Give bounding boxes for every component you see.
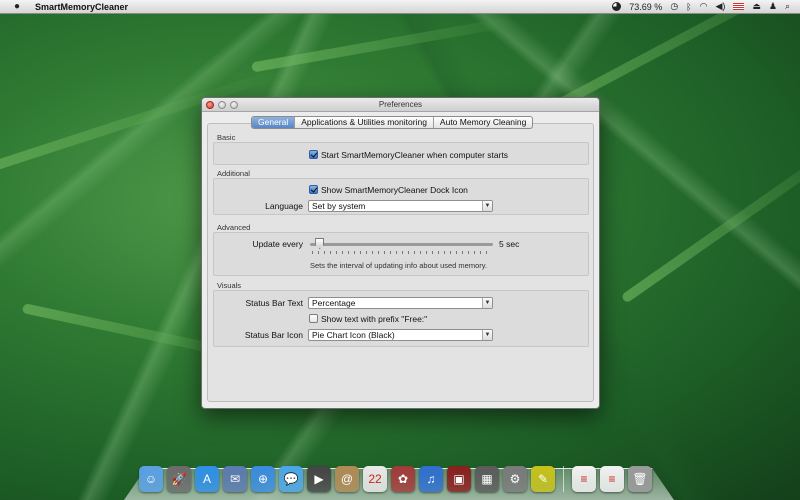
dock-icon-checkbox[interactable] (309, 185, 318, 194)
window-title: Preferences (378, 100, 423, 109)
title-bar[interactable]: Preferences (202, 98, 599, 112)
chevron-down-icon: ▼ (482, 330, 492, 340)
chevron-down-icon: ▼ (482, 201, 492, 211)
prefix-label: Show text with prefix "Free:" (321, 313, 428, 324)
language-label: Language (265, 201, 303, 211)
prefix-checkbox[interactable] (309, 314, 318, 323)
dock-icon-row[interactable]: Show SmartMemoryCleaner Dock Icon (309, 183, 468, 196)
update-slider-knob[interactable] (315, 238, 325, 249)
group-advanced: Update every 5 sec Sets the interval of … (213, 232, 589, 276)
mail-stamp-icon[interactable]: ✉ (223, 466, 247, 492)
minimize-button[interactable] (218, 100, 226, 109)
volume-icon[interactable]: ◀) (715, 1, 725, 13)
apple-icon[interactable]: ● (9, 1, 25, 12)
language-select[interactable]: Set by system ▼ (308, 200, 493, 212)
facetime-icon[interactable]: ▶ (307, 466, 331, 492)
group-basic: Start SmartMemoryCleaner when computer s… (213, 142, 589, 165)
document-icon[interactable]: ≡ (572, 466, 596, 492)
dock-icon-label: Show SmartMemoryCleaner Dock Icon (321, 184, 468, 195)
status-area: 73.69 % ◷ ᛒ ◠ ◀) ⏏ ♟ ⌕ (612, 1, 800, 13)
group-visuals: Status Bar Text Percentage ▼ Show text w… (213, 290, 589, 347)
launchpad-icon[interactable]: 🚀 (167, 466, 191, 492)
tab-general[interactable]: General (252, 117, 296, 128)
photo-icon[interactable]: ▣ (447, 466, 471, 492)
status-bar-text-select[interactable]: Percentage ▼ (308, 297, 493, 309)
chevron-down-icon: ▼ (482, 298, 492, 308)
eject-icon[interactable]: ⏏ (752, 1, 761, 13)
section-label-additional: Additional (217, 169, 250, 178)
app-store-icon[interactable]: A (195, 466, 219, 492)
section-label-visuals: Visuals (217, 281, 242, 290)
contacts-icon[interactable]: @ (335, 466, 359, 492)
spotlight-icon[interactable]: ⌕ (785, 1, 790, 13)
pie-chart-icon[interactable] (612, 1, 622, 13)
update-slider-track[interactable] (310, 243, 493, 246)
preferences-window: Preferences General Applications & Utili… (201, 97, 600, 409)
status-bar-text-label: Status Bar Text (245, 298, 303, 308)
status-bar-text-value: Percentage (312, 298, 356, 308)
system-preferences-icon[interactable]: ⚙ (503, 466, 527, 492)
close-button[interactable] (206, 100, 214, 109)
flag-icon[interactable] (733, 3, 745, 10)
bluetooth-icon[interactable]: ᛒ (686, 1, 691, 13)
user-icon[interactable]: ♟ (769, 1, 777, 13)
background-grass (620, 146, 800, 304)
group-additional: Show SmartMemoryCleaner Dock Icon Langua… (213, 178, 589, 215)
time-machine-icon[interactable]: ◷ (670, 1, 678, 13)
messages-icon[interactable]: 💬 (279, 466, 303, 492)
memory-percent[interactable]: 73.69 % (629, 1, 662, 13)
slider-ticks (312, 251, 492, 254)
zoom-button[interactable] (230, 100, 238, 109)
update-hint: Sets the interval of updating info about… (310, 261, 488, 270)
menu-bar: ● SmartMemoryCleaner 73.69 % ◷ ᛒ ◠ ◀) ⏏ … (0, 0, 800, 14)
status-bar-icon-select[interactable]: Pie Chart Icon (Black) ▼ (308, 329, 493, 341)
update-value: 5 sec (499, 239, 520, 249)
dock-separator (563, 466, 564, 492)
start-on-boot-row[interactable]: Start SmartMemoryCleaner when computer s… (309, 148, 508, 161)
tab-bar: General Applications & Utilities monitor… (251, 116, 534, 129)
photo-booth-icon[interactable]: ✿ (391, 466, 415, 492)
language-value: Set by system (312, 201, 366, 211)
safari-icon[interactable]: ⊕ (251, 466, 275, 492)
wifi-icon[interactable]: ◠ (700, 1, 708, 13)
update-every-label: Update every (252, 239, 303, 249)
status-bar-icon-value: Pie Chart Icon (Black) (312, 330, 395, 340)
calendar-icon[interactable]: 22 (363, 466, 387, 492)
memory-cleaner-icon[interactable]: ✎ (531, 466, 555, 492)
start-on-boot-checkbox[interactable] (309, 150, 318, 159)
document-icon-2[interactable]: ≡ (600, 466, 624, 492)
background-grass (251, 17, 509, 73)
trash-icon[interactable]: 🗑 (628, 466, 652, 492)
tab-auto-memory-cleaning[interactable]: Auto Memory Cleaning (434, 117, 532, 128)
section-label-advanced: Advanced (217, 223, 251, 232)
prefix-row[interactable]: Show text with prefix "Free:" (309, 312, 427, 325)
section-label-basic: Basic (217, 133, 236, 142)
start-on-boot-label: Start SmartMemoryCleaner when computer s… (321, 149, 509, 160)
tab-applications-monitoring[interactable]: Applications & Utilities monitoring (295, 117, 434, 128)
finder-icon[interactable]: ☺ (139, 466, 163, 492)
tab-content-panel: Basic Start SmartMemoryCleaner when comp… (207, 123, 594, 402)
mission-control-icon[interactable]: ▦ (475, 466, 499, 492)
status-bar-icon-label: Status Bar Icon (244, 330, 303, 340)
dock-icons: ☺ 🚀 A ✉ ⊕ 💬 ▶ @22 ✿ ♫ ▣ ▦ ⚙ ✎ ≡ ≡ 🗑 (139, 466, 652, 492)
app-name-menu[interactable]: SmartMemoryCleaner (35, 2, 128, 12)
itunes-icon[interactable]: ♫ (419, 466, 443, 492)
window-controls (206, 100, 238, 109)
